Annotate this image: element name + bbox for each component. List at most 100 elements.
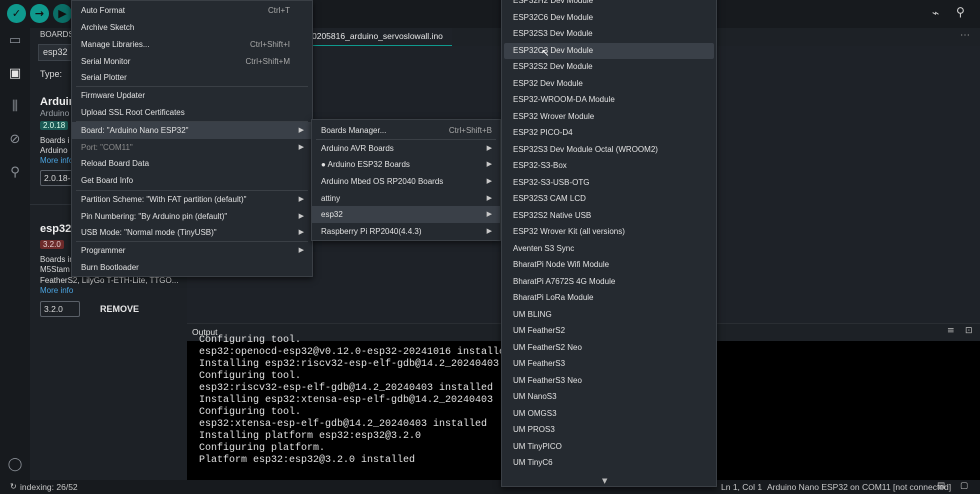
panel-header: BOARDS (40, 30, 74, 39)
search-icon[interactable]: ⚲ (6, 164, 24, 182)
menu-item-programmer[interactable]: Programmer ▶ (72, 242, 312, 259)
board-option[interactable]: ESP32S3 Dev Module (504, 26, 714, 43)
version-select[interactable]: 3.2.0 (40, 301, 80, 317)
chevron-right-icon: ▶ (298, 143, 304, 151)
board-port-status[interactable]: Arduino Nano ESP32 on COM11 [not connect… (767, 482, 951, 492)
chevron-right-icon: ▶ (298, 228, 304, 236)
board-card-desc: Boards i (40, 136, 70, 145)
library-icon[interactable]: ⫼ (6, 98, 24, 116)
menu-item-raspberry-pi-rp2040[interactable]: Raspberry Pi RP2040(4.4.3) ▶ (312, 223, 500, 240)
board-option[interactable]: ESP32C6 Dev Module (504, 10, 714, 27)
pulse-icon: ⌁ (932, 6, 940, 20)
more-icon[interactable]: ⋯ (960, 30, 970, 41)
tools-menu: Auto Format Ctrl+T Archive Sketch Manage … (71, 0, 313, 277)
menu-item-port[interactable]: Port: "COM11" ▶ (72, 139, 312, 156)
board-option[interactable]: UM TinyPICO (504, 439, 714, 456)
board-option[interactable]: BharatPi A7672S 4G Module (504, 274, 714, 291)
board-option[interactable]: UM FeatherS2 (504, 323, 714, 340)
chevron-right-icon: ▶ (486, 210, 492, 218)
board-option[interactable]: ESP32S3 CAM LCD (504, 191, 714, 208)
board-option[interactable]: UM OMGS3 (504, 406, 714, 423)
board-option[interactable]: ESP32C3 Dev Module (504, 42, 714, 59)
verify-button[interactable]: ✓ (7, 4, 26, 23)
menu-item-boards-manager[interactable]: Boards Manager... Ctrl+Shift+B (312, 122, 500, 139)
board-option[interactable]: ESP32-WROOM-DA Module (504, 92, 714, 109)
check-icon: ✓ (11, 7, 22, 20)
more-info-link[interactable]: More info (40, 286, 73, 295)
board-option[interactable]: ESP32 Dev Module (504, 76, 714, 93)
chevron-right-icon: ▶ (486, 177, 492, 185)
chevron-right-icon: ▶ (298, 126, 304, 134)
menu-item-board[interactable]: Board: "Arduino Nano ESP32" ▶ (72, 122, 312, 139)
more-info-link[interactable]: More info (40, 156, 73, 165)
notification-icon[interactable]: ▤ (937, 481, 945, 491)
debug-icon: ▶ (58, 7, 67, 20)
board-option[interactable]: UM PROS3 (504, 422, 714, 439)
chevron-right-icon: ▶ (486, 227, 492, 235)
bell-icon[interactable]: ▢ (960, 481, 968, 491)
chevron-right-icon: ▶ (486, 144, 492, 152)
esp32-board-list: ESP32H2 Dev Module ESP32C6 Dev Module ES… (501, 0, 717, 487)
scroll-down-icon[interactable]: ▼ (602, 477, 607, 485)
board-option[interactable]: UM TinyC6 (504, 455, 714, 472)
folder-icon[interactable]: ▭ (6, 32, 24, 50)
chevron-right-icon: ▶ (486, 160, 492, 168)
board-option[interactable]: ESP32-S3-Box (504, 158, 714, 175)
menu-item-firmware-updater[interactable]: Firmware Updater (72, 87, 312, 104)
boards-manager-icon[interactable]: ▣ (6, 65, 24, 83)
menu-item-arduino-esp32[interactable]: ● Arduino ESP32 Boards ▶ (312, 156, 500, 173)
chevron-right-icon: ▶ (298, 212, 304, 220)
chevron-right-icon: ▶ (298, 195, 304, 203)
board-option[interactable]: Aventen S3 Sync (504, 241, 714, 258)
board-option[interactable]: ESP32 Wrover Kit (all versions) (504, 224, 714, 241)
menu-item-pin-numbering[interactable]: Pin Numbering: "By Arduino pin (default)… (72, 208, 312, 225)
account-icon[interactable]: ◯ (6, 456, 24, 474)
menu-item-upload-ssl[interactable]: Upload SSL Root Certificates (72, 104, 312, 121)
board-option[interactable]: ESP32 Wrover Module (504, 109, 714, 126)
menu-item-arduino-avr[interactable]: Arduino AVR Boards ▶ (312, 140, 500, 157)
menu-item-reload-board-data[interactable]: Reload Board Data (72, 155, 312, 172)
debug-side-icon[interactable]: ⊘ (6, 131, 24, 149)
menu-item-esp32[interactable]: esp32 ▶ (312, 206, 500, 223)
serial-monitor-button[interactable]: ⚲ (956, 5, 972, 21)
board-option[interactable]: ESP32S2 Dev Module (504, 59, 714, 76)
upload-button[interactable]: → (30, 4, 49, 23)
board-option[interactable]: ESP32H2 Dev Module (504, 0, 714, 10)
board-option[interactable]: ESP32S3 Dev Module Octal (WROOM2) (504, 142, 714, 159)
debug-button[interactable]: ▶ (53, 4, 72, 23)
menu-item-serial-plotter[interactable]: Serial Plotter (72, 69, 312, 86)
board-option[interactable]: BharatPi LoRa Module (504, 290, 714, 307)
board-card-title: esp32 (40, 223, 72, 235)
menu-item-arduino-mbed-rp2040[interactable]: Arduino Mbed OS RP2040 Boards ▶ (312, 173, 500, 190)
indexing-status: indexing: 26/52 (20, 482, 78, 492)
board-option[interactable]: ESP32S2 Native USB (504, 208, 714, 225)
menu-item-manage-libraries[interactable]: Manage Libraries... Ctrl+Shift+I (72, 36, 312, 53)
magnifier-icon: ⚲ (956, 5, 965, 19)
menu-item-archive-sketch[interactable]: Archive Sketch (72, 19, 312, 36)
sync-icon: ↻ (10, 482, 17, 491)
menu-item-burn-bootloader[interactable]: Burn Bootloader (72, 259, 312, 276)
menu-item-auto-format[interactable]: Auto Format Ctrl+T (72, 2, 312, 19)
serial-plotter-button[interactable]: ⌁ (932, 6, 948, 22)
board-card-desc: Arduino (40, 146, 68, 155)
menu-item-get-board-info[interactable]: Get Board Info (72, 172, 312, 189)
cursor-position: Ln 1, Col 1 (721, 482, 763, 492)
board-option[interactable]: UM NanoS3 (504, 389, 714, 406)
board-option[interactable]: BharatPi Node Wifi Module (504, 257, 714, 274)
mouse-cursor-icon: ↖ (541, 48, 550, 59)
menu-item-partition-scheme[interactable]: Partition Scheme: "With FAT partition (d… (72, 191, 312, 208)
menu-item-serial-monitor[interactable]: Serial Monitor Ctrl+Shift+M (72, 53, 312, 70)
board-option[interactable]: UM BLING (504, 307, 714, 324)
menu-item-usb-mode[interactable]: USB Mode: "Normal mode (TinyUSB)" ▶ (72, 224, 312, 241)
board-option[interactable]: UM FeatherS3 Neo (504, 373, 714, 390)
board-option[interactable]: UM FeatherS3 (504, 356, 714, 373)
chevron-right-icon: ▶ (298, 246, 304, 254)
board-option[interactable]: UM FeatherS2 Neo (504, 340, 714, 357)
board-option[interactable]: ESP32 PICO-D4 (504, 125, 714, 142)
installed-badge: 3.2.0 (40, 240, 64, 249)
board-option[interactable]: ESP32-S3-USB-OTG (504, 175, 714, 192)
remove-button[interactable]: REMOVE (100, 304, 139, 314)
editor-tab[interactable]: 0205816_arduino_servoslowall.ino (312, 28, 452, 46)
menu-item-attiny[interactable]: attiny ▶ (312, 190, 500, 207)
board-card-desc: FeatherS2, LilyGo T-ETH-Lite, TTGO... (40, 276, 179, 285)
